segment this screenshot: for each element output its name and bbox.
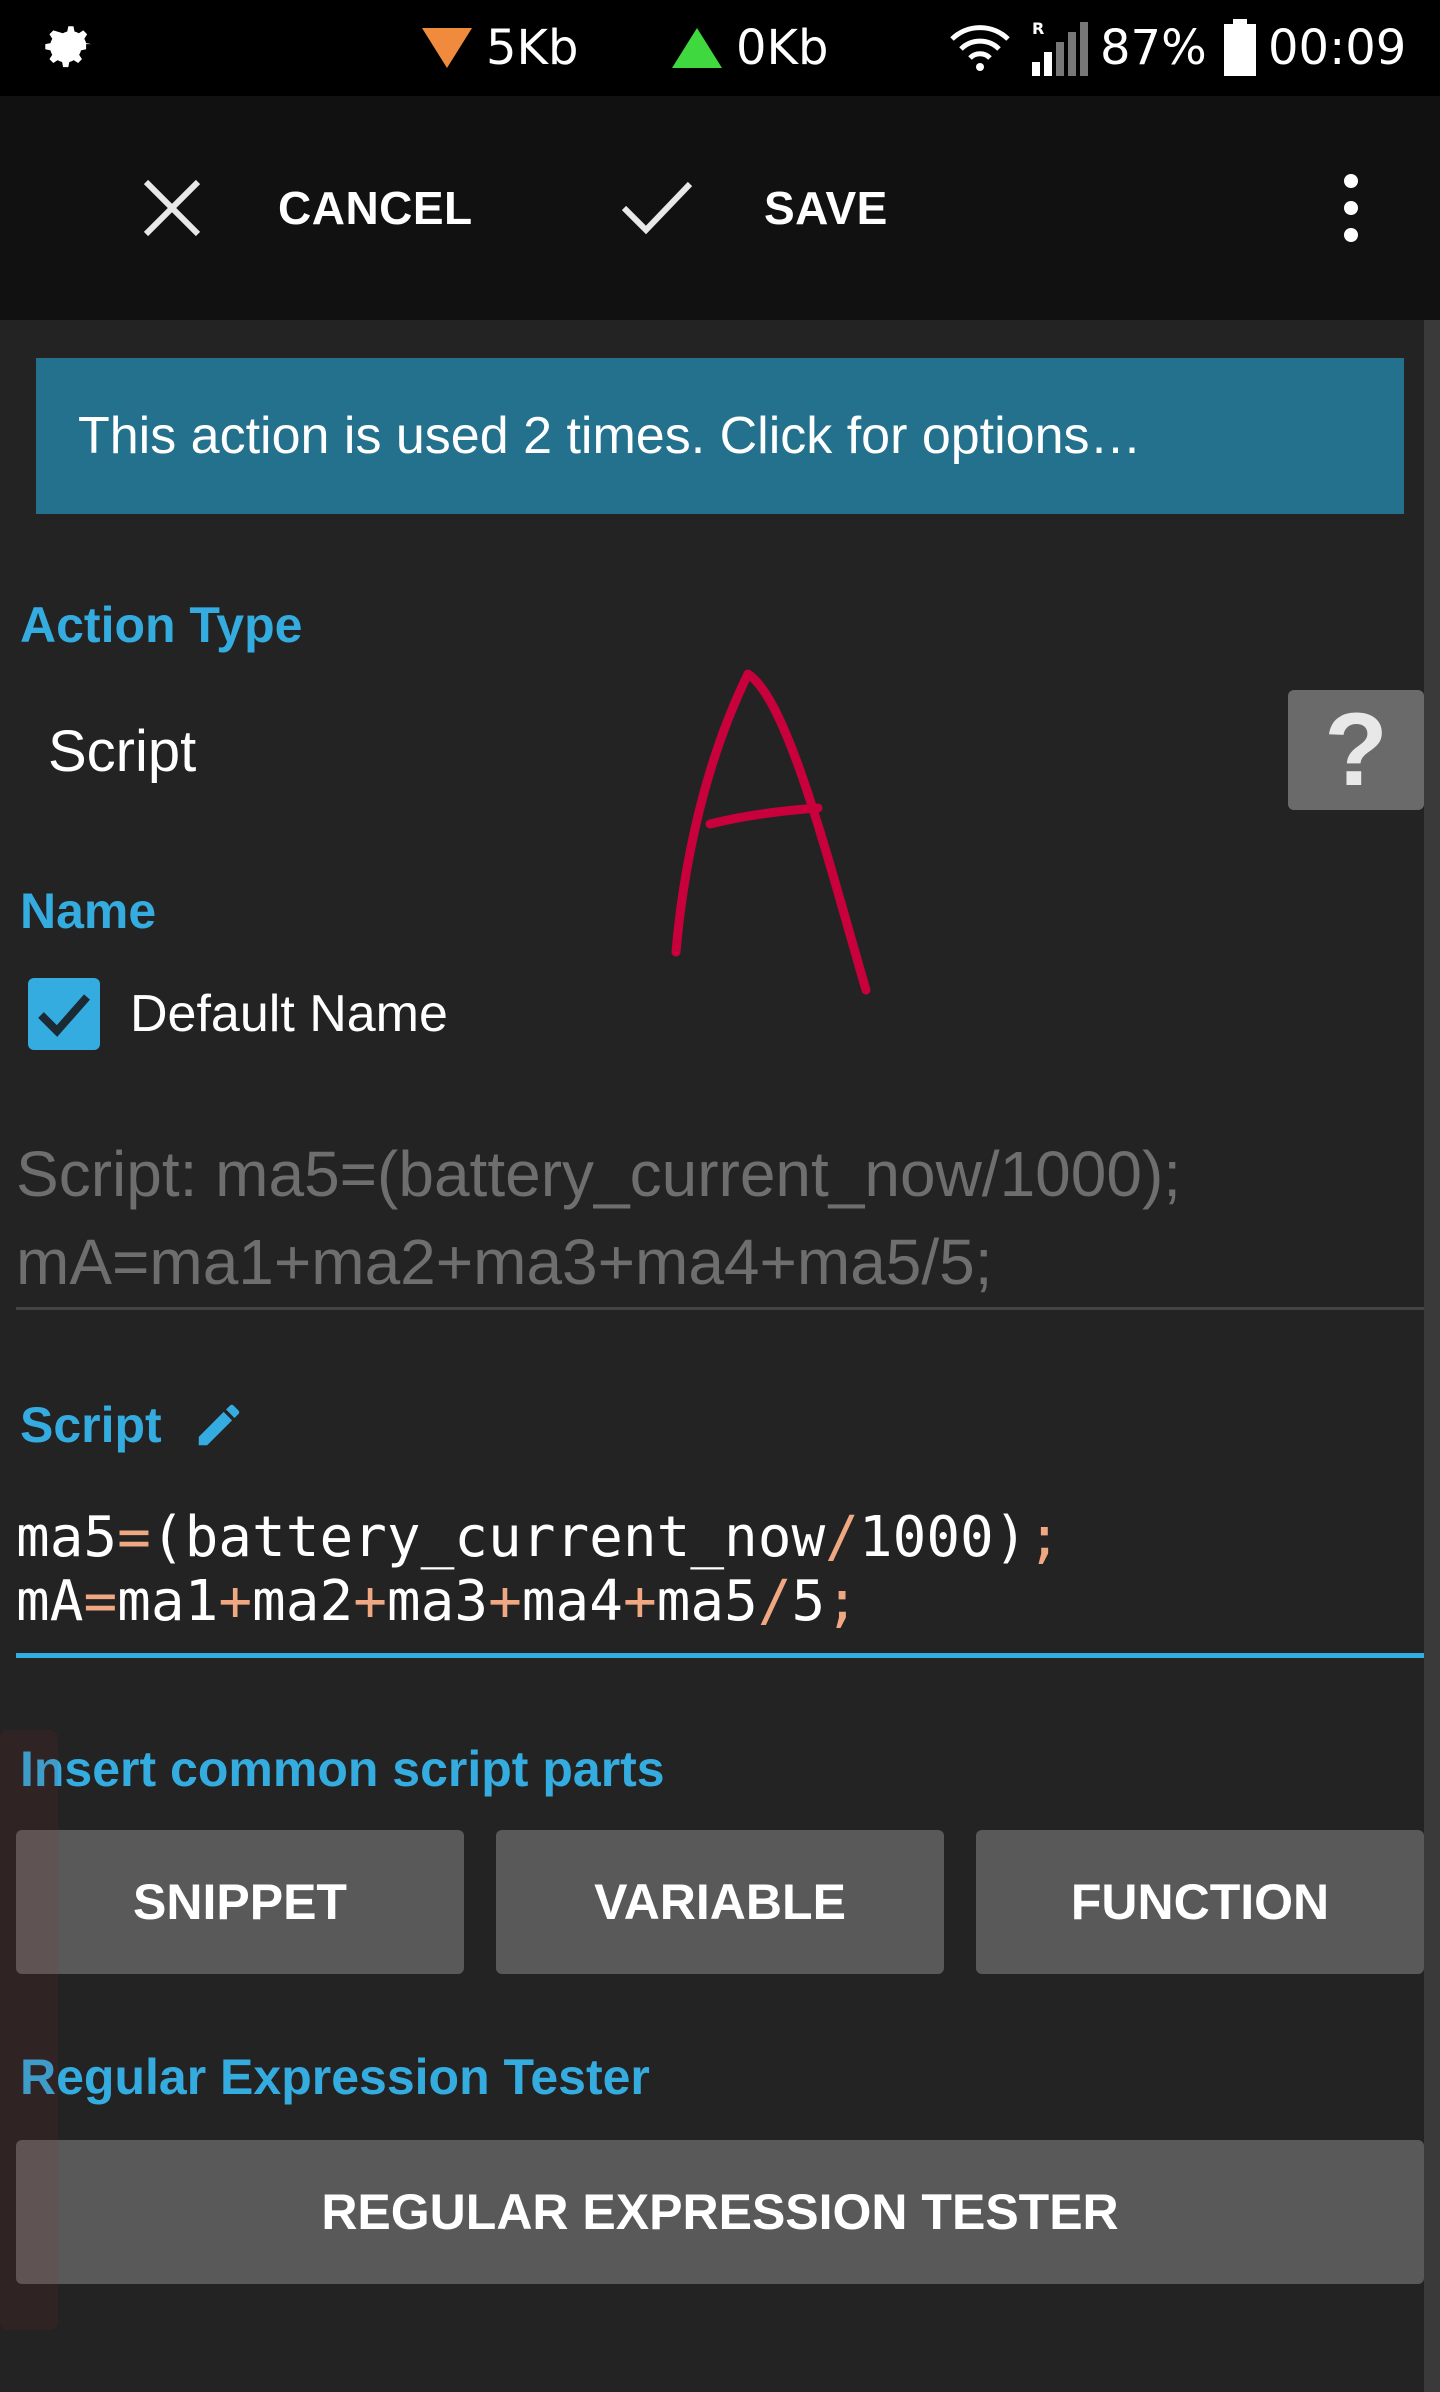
script-token: 5: [791, 1569, 826, 1634]
script-token: ma5: [656, 1569, 758, 1634]
script-editor[interactable]: ma5=(battery_current_now/1000); mA=ma1+ma…: [16, 1506, 1424, 1658]
pencil-icon[interactable]: [192, 1398, 246, 1452]
download-speed: 5Kb: [422, 0, 578, 96]
cancel-button[interactable]: CANCEL: [140, 96, 473, 320]
script-token: ma3: [386, 1569, 489, 1634]
regex-tester-heading: Regular Expression Tester: [20, 2049, 650, 2105]
name-field[interactable]: Script: ma5=(battery_current_now/1000); …: [16, 1130, 1424, 1310]
checkmark-icon: [38, 994, 90, 1037]
usage-banner-text: This action is used 2 times. Click for o…: [78, 407, 1142, 465]
close-icon: [143, 179, 201, 237]
help-button[interactable]: ?: [1288, 690, 1424, 810]
status-bar: 5Kb 0Kb R 87% 00:09: [0, 0, 1440, 96]
upload-speed: 0Kb: [672, 0, 828, 96]
script-operator: =: [83, 1569, 118, 1634]
script-operator: +: [218, 1569, 253, 1634]
regex-tester-button[interactable]: REGULAR EXPRESSION TESTER: [16, 2140, 1424, 2284]
svg-text:R: R: [1032, 19, 1044, 38]
clock: 00:09: [1268, 20, 1407, 76]
battery-percent: 87%: [1100, 20, 1207, 76]
name-heading: Name: [20, 883, 157, 939]
script-line-2: mA=ma1+ma2+ma3+ma4+ma5/5;: [16, 1570, 1424, 1634]
name-field-line-2: mA=ma1+ma2+ma3+ma4+ma5/5;: [16, 1226, 993, 1298]
script-line-1: ma5=(battery_current_now/1000);: [16, 1506, 1424, 1570]
default-name-checkbox[interactable]: [28, 978, 100, 1050]
script-operator: +: [488, 1569, 522, 1634]
script-token: ma1: [117, 1569, 219, 1634]
gear-icon: [36, 0, 108, 96]
download-arrow-icon: [422, 28, 472, 68]
default-name-checkbox-row[interactable]: Default Name: [28, 978, 448, 1050]
wifi-icon: [948, 0, 1012, 96]
script-token: ma4: [521, 1569, 623, 1634]
upload-arrow-icon: [672, 28, 722, 68]
script-operator: +: [353, 1569, 387, 1634]
save-label: SAVE: [764, 182, 888, 234]
action-type-value[interactable]: Script: [48, 718, 196, 785]
handwritten-letter-a: [671, 669, 871, 995]
check-icon: [621, 181, 693, 235]
script-operator: /: [757, 1569, 792, 1634]
script-token: ma5: [16, 1505, 118, 1570]
signal-icon: R: [1030, 0, 1090, 96]
script-heading: Script: [20, 1396, 246, 1454]
script-operator: /: [825, 1505, 859, 1570]
script-operator: +: [622, 1569, 657, 1634]
script-token: (battery_current_now: [150, 1505, 826, 1570]
action-type-heading: Action Type: [20, 597, 303, 653]
script-operator: ;: [1027, 1505, 1062, 1570]
more-vert-icon: [1344, 174, 1358, 242]
save-button[interactable]: SAVE: [620, 96, 888, 320]
snippet-button[interactable]: SNIPPET: [16, 1830, 464, 1974]
script-token: ma2: [252, 1569, 354, 1634]
more-options-button[interactable]: [1320, 96, 1382, 320]
script-token: mA: [16, 1569, 84, 1634]
script-heading-text: Script: [20, 1397, 162, 1453]
script-operator: ;: [825, 1569, 859, 1634]
action-toolbar: CANCEL SAVE: [0, 96, 1440, 320]
edge-glow: [0, 1730, 58, 2330]
help-icon: ?: [1324, 691, 1388, 808]
cancel-label: CANCEL: [278, 182, 473, 234]
battery-icon: [1222, 0, 1258, 96]
name-field-line-1: Script: ma5=(battery_current_now/1000);: [16, 1138, 1182, 1210]
default-name-label: Default Name: [130, 985, 448, 1043]
insert-parts-heading: Insert common script parts: [20, 1741, 665, 1797]
script-operator: =: [117, 1505, 151, 1570]
scrollbar[interactable]: [1424, 320, 1440, 2392]
variable-button[interactable]: VARIABLE: [496, 1830, 944, 1974]
usage-banner[interactable]: This action is used 2 times. Click for o…: [36, 358, 1404, 514]
script-token: 1000): [858, 1505, 1028, 1570]
function-button[interactable]: FUNCTION: [976, 1830, 1424, 1974]
